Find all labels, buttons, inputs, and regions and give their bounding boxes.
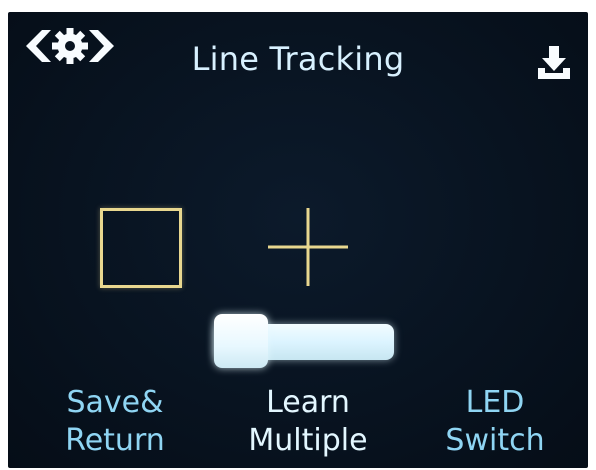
mode-slider[interactable]: [214, 312, 394, 368]
device-screen: Line Tracking Save& Return Learn Multipl…: [8, 12, 588, 468]
slider-thumb[interactable]: [214, 314, 268, 368]
save-return-label-line2: Return: [65, 423, 165, 458]
save-return-button[interactable]: Save& Return: [30, 384, 200, 466]
learn-multiple-label-line2: Multiple: [248, 423, 368, 458]
save-return-label-line1: Save&: [66, 385, 164, 420]
title-bar: Line Tracking: [8, 12, 588, 92]
led-switch-button[interactable]: LED Switch: [410, 384, 580, 466]
page-title: Line Tracking: [191, 40, 405, 78]
frame-box-icon: [100, 208, 182, 288]
learn-multiple-button[interactable]: Learn Multiple: [223, 384, 393, 466]
download-icon[interactable]: [534, 44, 574, 80]
led-switch-label-line2: Switch: [445, 423, 545, 458]
learn-multiple-label-line1: Learn: [266, 385, 350, 420]
led-switch-label-line1: LED: [465, 385, 525, 420]
crosshair-icon: [268, 208, 348, 286]
